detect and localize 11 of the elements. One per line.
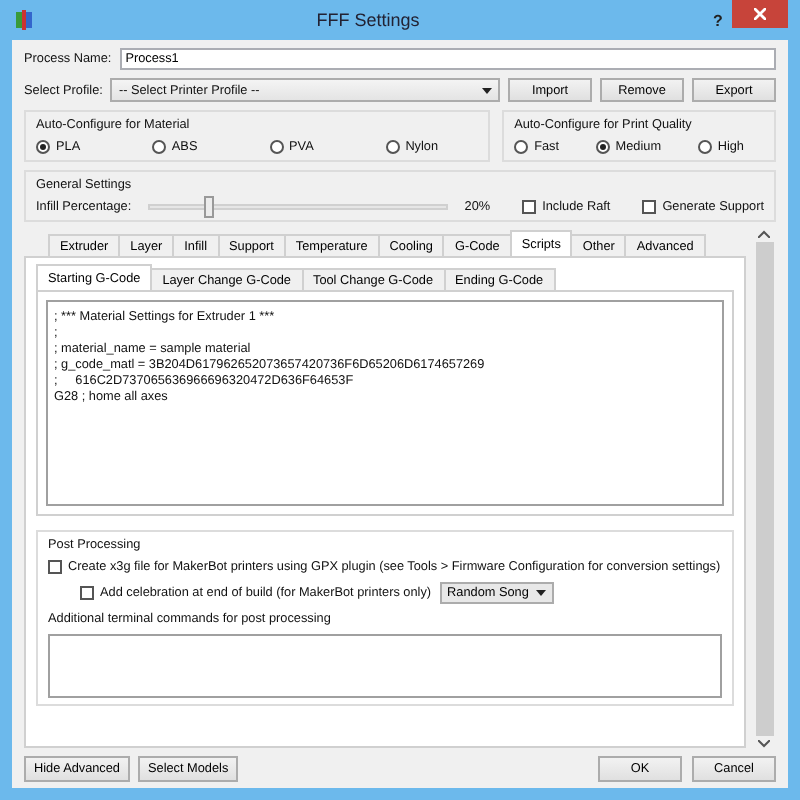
app-icon [16,10,32,30]
help-button[interactable]: ? [704,11,732,29]
scroll-down-icon [758,740,770,748]
close-icon [754,8,766,20]
close-button[interactable] [732,0,788,28]
dropdown-arrow-icon [536,590,547,596]
terminal-commands-field[interactable] [48,634,722,698]
window-title: FFF Settings [314,10,422,30]
dropdown-arrow-icon [482,87,492,93]
scrollbar[interactable] [752,230,776,748]
scroll-up-icon [758,230,770,238]
